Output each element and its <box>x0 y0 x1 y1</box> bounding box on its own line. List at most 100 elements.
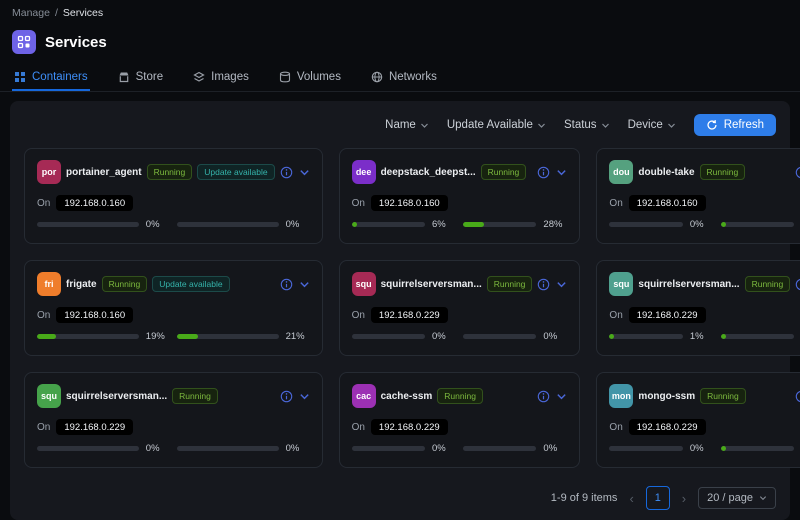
status-badge: Running <box>172 388 218 404</box>
tab-images[interactable]: Images <box>191 67 251 91</box>
info-icon[interactable] <box>537 390 550 403</box>
mem-progress <box>177 446 279 451</box>
status-badge: Running <box>481 164 527 180</box>
filter-update-available-dropdown[interactable]: Update Available <box>447 119 546 131</box>
container-card-double-take[interactable]: dou double-take Running On 192.168.0.160… <box>596 148 800 244</box>
page-size-select[interactable]: 20 / page <box>698 487 776 509</box>
cpu-progress <box>352 446 425 451</box>
container-card-deepstack[interactable]: dee deepstack_deepst... Running On 192.1… <box>339 148 581 244</box>
container-name: double-take <box>638 167 694 178</box>
mem-progress <box>721 446 794 451</box>
container-card-cache-ssm[interactable]: cac cache-ssm Running On 192.168.0.229 0… <box>339 372 581 468</box>
container-avatar: por <box>37 160 61 184</box>
chevron-down-icon[interactable] <box>556 391 567 402</box>
cpu-percent: 19% <box>146 331 170 342</box>
tab-store[interactable]: Store <box>116 67 166 91</box>
container-card-frigate[interactable]: fri frigate Running Update available On … <box>24 260 323 356</box>
container-card-portainer-agent[interactable]: por portainer_agent Running Update avail… <box>24 148 323 244</box>
info-icon[interactable] <box>280 166 293 179</box>
volumes-icon <box>279 71 291 83</box>
info-icon[interactable] <box>537 166 550 179</box>
current-page-button[interactable]: 1 <box>646 486 670 510</box>
cpu-progress <box>37 222 139 227</box>
container-card-squirrelserversman-1[interactable]: squ squirrelserversman... Running On 192… <box>339 260 581 356</box>
container-name: squirrelserversman... <box>66 391 167 402</box>
host-label: On <box>37 422 50 433</box>
tab-volumes[interactable]: Volumes <box>277 67 343 91</box>
host-label: On <box>609 422 622 433</box>
mem-percent: 0% <box>543 331 567 342</box>
mem-progress <box>463 334 536 339</box>
container-name: deepstack_deepst... <box>381 167 476 178</box>
info-icon[interactable] <box>795 278 800 291</box>
refresh-button[interactable]: Refresh <box>694 114 776 136</box>
filter-device-dropdown[interactable]: Device <box>628 119 676 131</box>
mem-progress <box>463 222 536 227</box>
chevron-down-icon[interactable] <box>299 279 310 290</box>
next-page-button[interactable]: › <box>680 492 688 505</box>
container-card-squirrelserversman-3[interactable]: squ squirrelserversman... Running On 192… <box>24 372 323 468</box>
container-name: mongo-ssm <box>638 391 695 402</box>
cpu-progress <box>609 334 682 339</box>
containers-panel: Name Update Available Status Device Refr… <box>10 101 790 520</box>
cpu-percent: 6% <box>432 219 456 230</box>
status-badge: Running <box>147 164 193 180</box>
chevron-down-icon[interactable] <box>299 167 310 178</box>
mem-progress <box>177 334 279 339</box>
previous-page-button[interactable]: ‹ <box>627 492 635 505</box>
status-badge: Running <box>102 276 148 292</box>
info-icon[interactable] <box>795 390 800 403</box>
breadcrumb-separator: / <box>55 7 58 19</box>
chevron-down-icon[interactable] <box>556 167 567 178</box>
container-card-mongo-ssm[interactable]: mon mongo-ssm Running On 192.168.0.229 0… <box>596 372 800 468</box>
cpu-percent: 0% <box>690 219 714 230</box>
host-label: On <box>352 422 365 433</box>
host-label: On <box>609 310 622 321</box>
info-icon[interactable] <box>280 390 293 403</box>
cpu-percent: 1% <box>690 331 714 342</box>
images-icon <box>193 71 205 83</box>
host-address: 192.168.0.160 <box>56 307 133 323</box>
host-address: 192.168.0.160 <box>56 195 133 211</box>
container-avatar: squ <box>352 272 376 296</box>
cpu-percent: 0% <box>432 331 456 342</box>
cpu-progress <box>37 334 139 339</box>
mem-percent: 0% <box>543 443 567 454</box>
chevron-down-icon <box>420 121 429 130</box>
status-badge: Running <box>700 164 746 180</box>
info-icon[interactable] <box>280 278 293 291</box>
container-avatar: squ <box>609 272 633 296</box>
breadcrumb: Manage / Services <box>12 7 788 19</box>
status-badge: Running <box>487 276 533 292</box>
container-avatar: squ <box>37 384 61 408</box>
host-label: On <box>37 310 50 321</box>
host-address: 192.168.0.229 <box>629 419 706 435</box>
networks-icon <box>371 71 383 83</box>
mem-percent: 0% <box>286 443 310 454</box>
container-name: cache-ssm <box>381 391 433 402</box>
container-cards-grid: por portainer_agent Running Update avail… <box>24 148 776 468</box>
info-icon[interactable] <box>795 166 800 179</box>
info-icon[interactable] <box>537 278 550 291</box>
top-header: Manage / Services Services <box>0 0 800 54</box>
container-avatar: mon <box>609 384 633 408</box>
chevron-down-icon[interactable] <box>299 391 310 402</box>
chevron-down-icon[interactable] <box>556 279 567 290</box>
mem-percent: 0% <box>286 219 310 230</box>
breadcrumb-section[interactable]: Manage <box>12 7 50 19</box>
sort-name-dropdown[interactable]: Name <box>385 119 429 131</box>
update-badge: Update available <box>197 164 274 180</box>
tab-containers[interactable]: Containers <box>12 67 90 91</box>
cpu-percent: 0% <box>146 443 170 454</box>
store-icon <box>118 71 130 83</box>
host-address: 192.168.0.229 <box>629 307 706 323</box>
chevron-down-icon <box>537 121 546 130</box>
container-name: squirrelserversman... <box>381 279 482 290</box>
container-avatar: dou <box>609 160 633 184</box>
refresh-icon <box>706 119 718 131</box>
mem-progress <box>721 222 794 227</box>
filter-status-dropdown[interactable]: Status <box>564 119 610 131</box>
container-card-squirrelserversman-2[interactable]: squ squirrelserversman... Running On 192… <box>596 260 800 356</box>
mem-percent: 21% <box>286 331 310 342</box>
tab-networks[interactable]: Networks <box>369 67 439 91</box>
